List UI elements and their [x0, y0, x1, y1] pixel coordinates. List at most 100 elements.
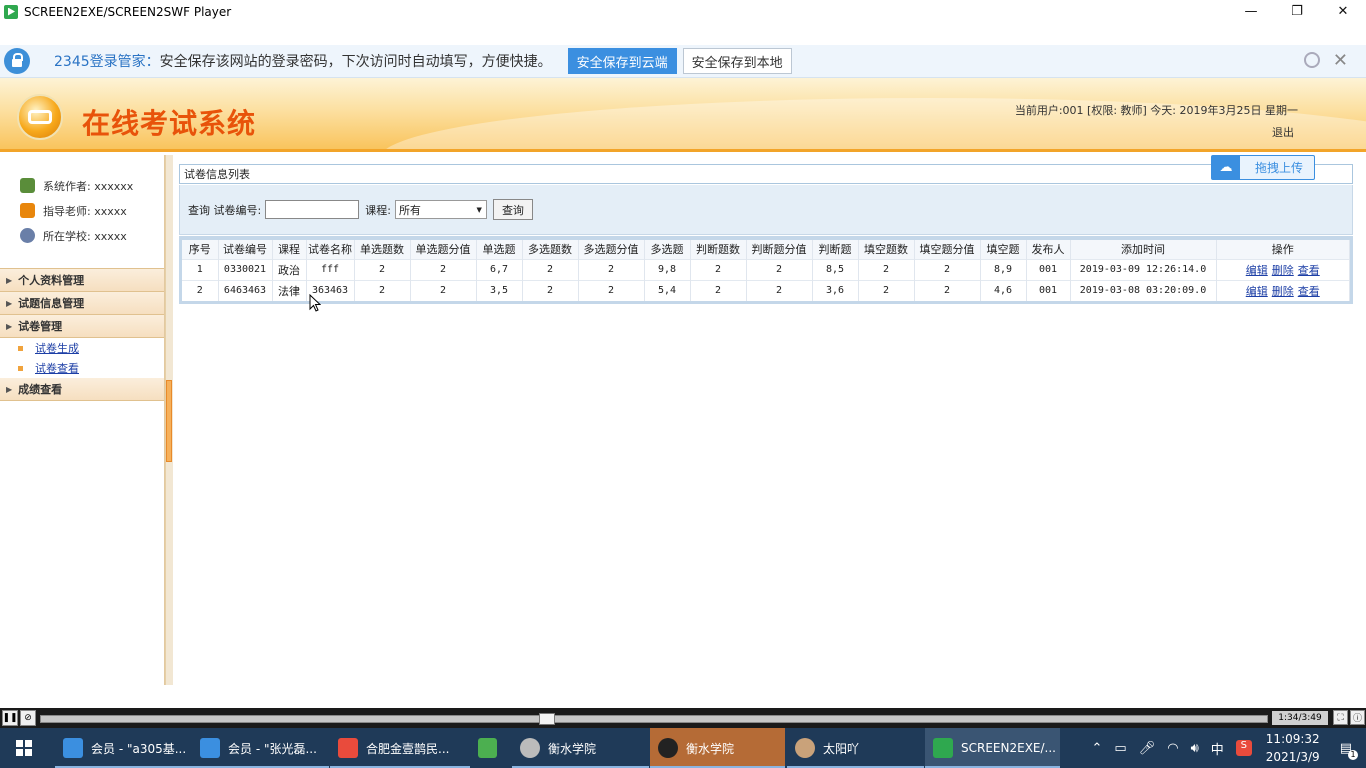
logout-link[interactable]: 退出: [1272, 124, 1294, 140]
app-icon: [478, 738, 497, 758]
column-header: 操作: [1216, 240, 1350, 259]
sidebar-item-papers[interactable]: ▶ 试卷管理: [0, 315, 164, 338]
bullet-icon: [18, 365, 23, 371]
close-window-button[interactable]: ✕: [1320, 0, 1366, 23]
taskbar-item[interactable]: SCREEN2EXE/...: [925, 728, 1060, 768]
taskbar-item[interactable]: 衡水学院: [512, 728, 649, 768]
sidebar-item-scores[interactable]: ▶ 成绩查看: [0, 378, 164, 401]
delete-link[interactable]: 删除: [1272, 264, 1294, 277]
view-link[interactable]: 查看: [1298, 264, 1320, 277]
triangle-right-icon: ▶: [6, 275, 13, 285]
battery-icon[interactable]: ▭: [1114, 741, 1126, 756]
table-cell: 001: [1026, 258, 1071, 280]
table-cell: 5,4: [644, 279, 691, 301]
view-link[interactable]: 查看: [1298, 285, 1320, 298]
taskbar-item[interactable]: 衡水学院: [650, 728, 785, 768]
column-header: 填空题: [980, 240, 1027, 259]
save-to-local-button[interactable]: 安全保存到本地: [682, 48, 792, 74]
pause-icon[interactable]: ❚❚: [2, 710, 18, 726]
ime-indicator[interactable]: 中: [1211, 739, 1224, 758]
table-cell: 2: [858, 279, 915, 301]
wifi-icon[interactable]: ◠: [1167, 741, 1178, 756]
table-cell: 政治: [272, 258, 307, 280]
taskbar-item[interactable]: 太阳吖: [787, 728, 924, 768]
fullscreen-icon[interactable]: ⛶: [1333, 710, 1348, 725]
info-teacher: 指导老师: xxxxx: [0, 198, 164, 223]
sogou-icon[interactable]: S: [1235, 740, 1252, 756]
stop-icon[interactable]: ⊘: [20, 710, 36, 726]
system-tray: ⌃ ▭ 🎤︎ ◠ 🔊︎ 中 S 11:09:32 2021/3/9 ▤ 1: [1086, 728, 1366, 768]
column-header: 多选题数: [522, 240, 579, 259]
pwbar-message: 安全保存该网站的登录密码，下次访问时自动填写，方便快捷。: [159, 54, 552, 70]
table-cell: 2: [410, 279, 477, 301]
column-header: 试卷编号: [218, 240, 273, 259]
chevron-up-icon[interactable]: ⌃: [1092, 741, 1103, 756]
notification-icon[interactable]: ▤ 1: [1340, 741, 1358, 760]
table-cell: 3,6: [812, 279, 859, 301]
app-icon: [63, 738, 83, 758]
info-icon[interactable]: ⓘ: [1350, 710, 1365, 725]
table-cell: 2: [182, 279, 219, 301]
cloud-icon: ☁: [1212, 156, 1240, 179]
window-title: SCREEN2EXE/SCREEN2SWF Player: [24, 4, 232, 19]
paper-no-input[interactable]: [265, 200, 360, 219]
table-cell: 2: [522, 258, 579, 280]
panel-title: 试卷信息列表: [179, 164, 1353, 184]
table-cell: 2: [354, 258, 411, 280]
microphone-icon[interactable]: 🎤︎: [1139, 741, 1156, 756]
generate-paper-link[interactable]: 试卷生成: [35, 340, 79, 356]
delete-link[interactable]: 删除: [1272, 285, 1294, 298]
app-icon: [933, 738, 953, 758]
windows-start-icon[interactable]: [0, 728, 48, 768]
table-cell: 001: [1026, 279, 1071, 301]
column-header: 判断题: [812, 240, 859, 259]
save-to-cloud-button[interactable]: 安全保存到云端: [567, 48, 677, 74]
system-title: 在线考试系统: [82, 107, 257, 140]
column-header: 序号: [182, 240, 219, 259]
view-paper-link[interactable]: 试卷查看: [35, 360, 79, 376]
sidebar-item-profile[interactable]: ▶ 个人资料管理: [0, 269, 164, 292]
table-cell: 6463463: [218, 279, 273, 301]
taskbar-item[interactable]: 合肥金壹鹊民...: [330, 728, 470, 768]
triangle-right-icon: ▶: [6, 298, 13, 308]
minimize-button[interactable]: —: [1228, 0, 1274, 23]
sidebar-subitem-view: 试卷查看: [0, 358, 164, 378]
current-user-info: 当前用户:001 [权限: 教师] 今天: 2019年3月25日 星期一: [1014, 104, 1298, 117]
table-cell: 2019-03-09 12:26:14.0: [1070, 258, 1217, 280]
system-logo-icon: [17, 94, 63, 140]
taskbar-item[interactable]: 会员 - "a305基...: [55, 728, 192, 768]
taskbar-item[interactable]: 会员 - "张光磊...: [192, 728, 329, 768]
seek-bar[interactable]: [40, 713, 1268, 725]
table-cell: 法律: [272, 279, 307, 301]
course-select[interactable]: 所有 ▼: [394, 200, 487, 219]
triangle-right-icon: ▶: [6, 321, 13, 331]
edit-link[interactable]: 编辑: [1246, 285, 1268, 298]
author-icon: [20, 178, 35, 193]
sidebar-splitter[interactable]: [165, 155, 173, 685]
seek-knob[interactable]: [539, 713, 555, 725]
volume-icon[interactable]: 🔊︎: [1191, 741, 1199, 756]
edit-link[interactable]: 编辑: [1246, 264, 1268, 277]
table-cell: 2: [354, 279, 411, 301]
taskbar-item[interactable]: [470, 728, 505, 768]
playback-time: 1:34/3:49: [1272, 711, 1328, 725]
maximize-button[interactable]: ❐: [1274, 0, 1320, 23]
collapse-handle[interactable]: [166, 380, 172, 462]
table-cell: 1: [182, 258, 219, 280]
info-author: 系统作者: xxxxxx: [0, 173, 164, 198]
column-header: 课程: [272, 240, 307, 259]
app-icon: [200, 738, 220, 758]
table-cell: 8,5: [812, 258, 859, 280]
table-cell: 2: [858, 258, 915, 280]
app-icon: [338, 738, 358, 758]
gear-icon[interactable]: [1304, 52, 1320, 68]
paper-no-label: 试卷编号:: [213, 203, 262, 217]
sidebar-item-questions[interactable]: ▶ 试题信息管理: [0, 292, 164, 315]
close-icon[interactable]: ✕: [1333, 50, 1348, 71]
search-button[interactable]: 查询: [492, 199, 533, 220]
info-school: 所在学校: xxxxx: [0, 223, 164, 248]
system-clock[interactable]: 11:09:32 2021/3/9: [1266, 730, 1320, 766]
table-cell: 2: [522, 279, 579, 301]
drag-upload-button[interactable]: ☁ 拖拽上传: [1211, 155, 1315, 180]
column-header: 发布人: [1026, 240, 1071, 259]
